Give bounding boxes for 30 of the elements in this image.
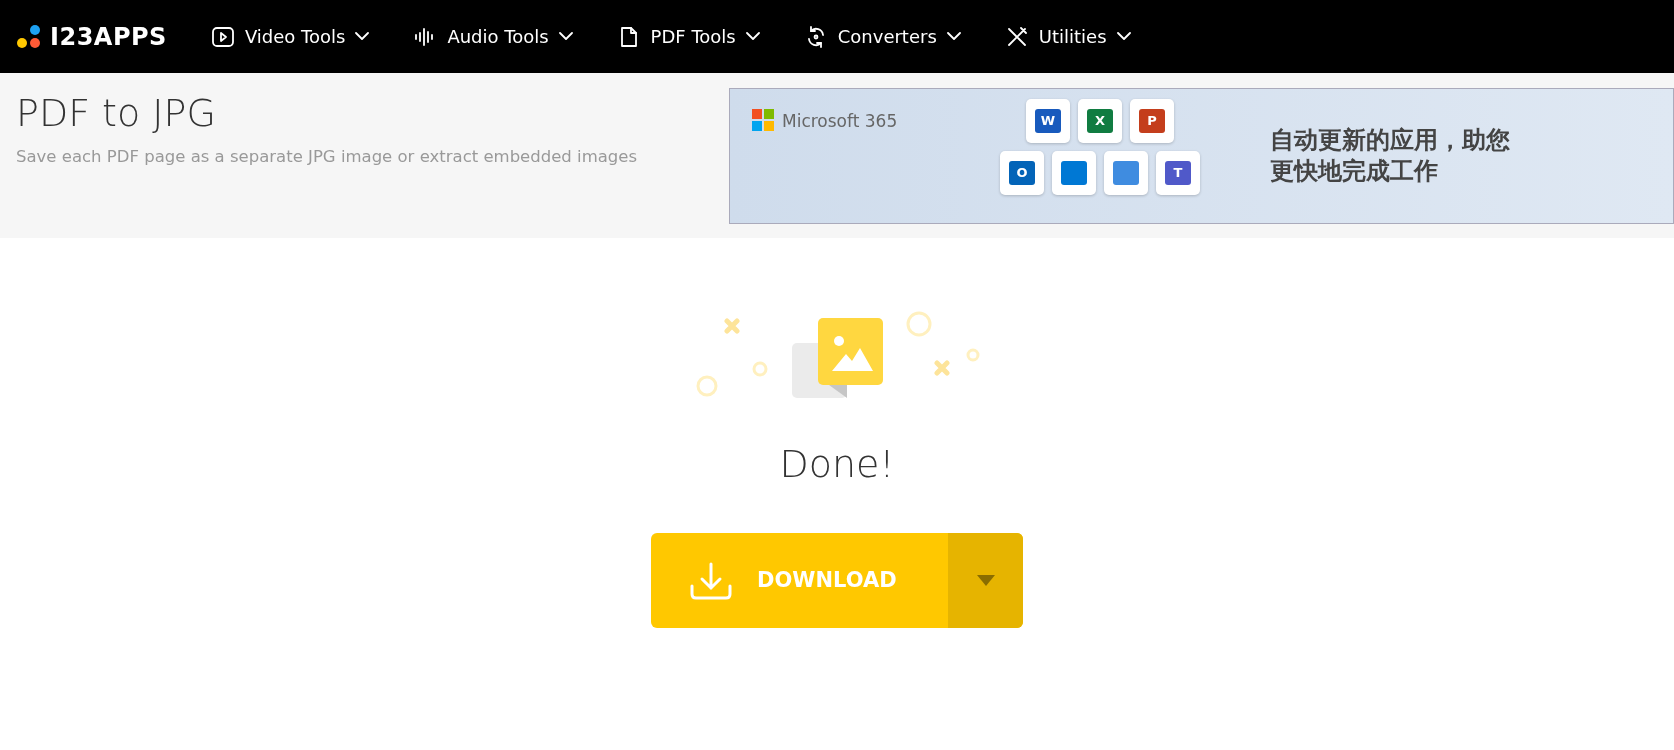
nav-menu-item[interactable]: Audio Tools [413,19,573,54]
logo-text[interactable]: I23APPS [50,18,167,55]
play-icon [210,24,235,49]
app-icon: W [1026,99,1070,143]
app-icon: O [1000,151,1044,195]
app-icon [1104,151,1148,195]
chevron-down-icon [745,32,760,41]
page-subtitle: Save each PDF page as a separate JPG image or extract embedded images [16,145,638,168]
windows-logo-icon [752,109,774,131]
status-text: Done! [779,441,895,488]
app-icon: X [1078,99,1122,143]
chevron-down-icon [946,32,961,41]
app-icon: P [1130,99,1174,143]
logo-dots-icon [16,23,42,50]
ad-slogan: 自动更新的应用，助您 [1270,124,1510,156]
caret-icon [976,575,995,586]
nav-menu-item[interactable]: Utilities [1004,19,1131,54]
app-icon [1052,151,1096,195]
nav-menu-item[interactable]: PDF Tools [616,19,760,54]
ad-banner[interactable]: Microsoft 365 W X P O T 自动更新的应用，助您 更快地完成工作 [729,88,1674,224]
chevron-down-icon [1116,32,1131,41]
ad-brand: Microsoft 365 [782,110,898,133]
nav-menu-item[interactable]: Converters [803,19,961,54]
app-icon: T [1156,151,1200,195]
page-title: PDF to JPG [16,91,217,137]
nav-menu-item[interactable]: Video Tools [210,19,370,54]
chevron-down-icon [355,32,370,41]
download-icon [689,561,733,600]
ad-slogan: 更快地完成工作 [1270,156,1439,187]
chevron-down-icon [558,32,573,41]
